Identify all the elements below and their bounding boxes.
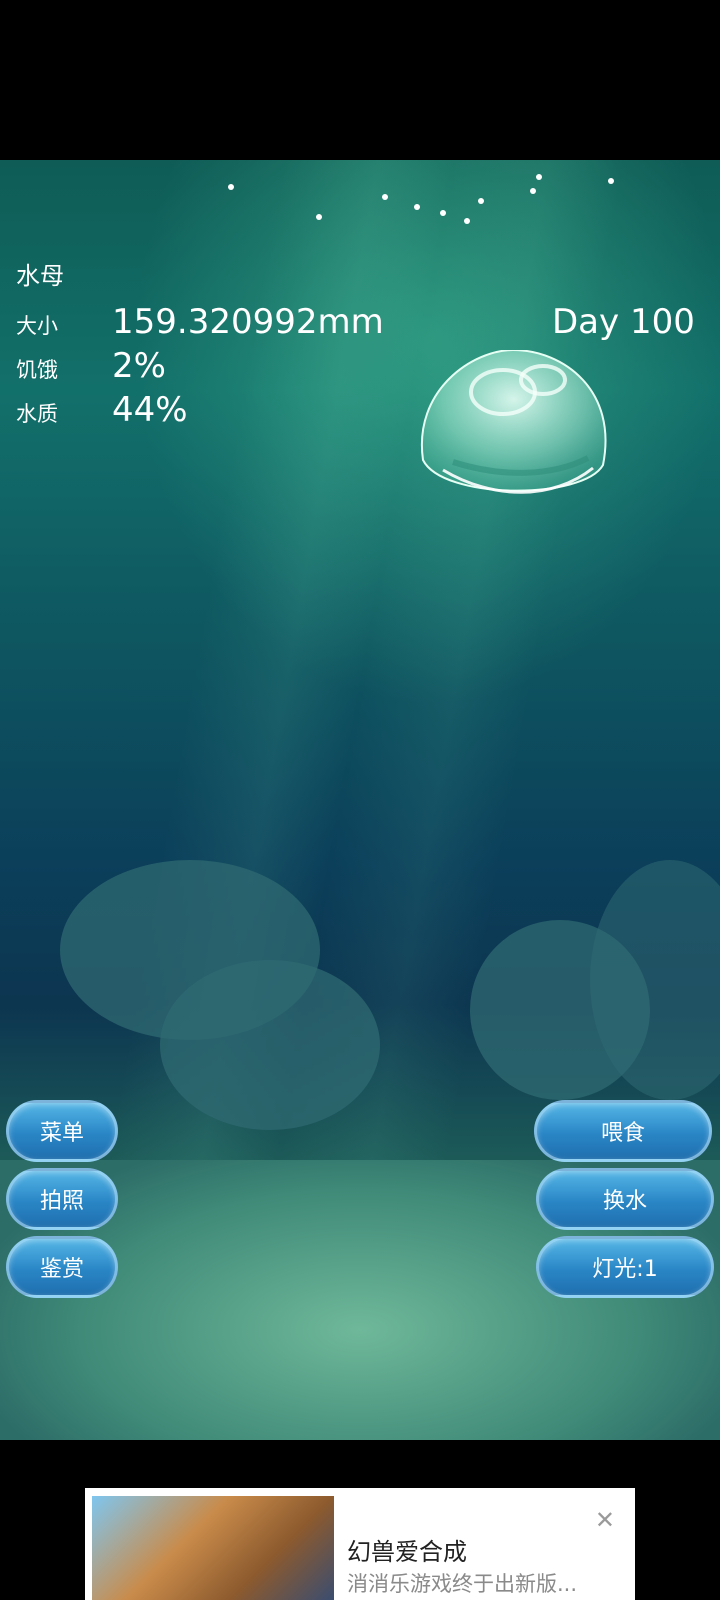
particle: [440, 210, 446, 216]
creature-name: 水母: [16, 262, 64, 290]
particle: [228, 184, 234, 190]
particle: [478, 198, 484, 204]
menu-button[interactable]: 菜单: [6, 1100, 118, 1162]
particle: [536, 174, 542, 180]
light-button[interactable]: 灯光:1: [536, 1236, 714, 1298]
ad-game-thumbnail[interactable]: [92, 1496, 334, 1600]
particle: [382, 194, 388, 200]
day-counter: Day 100: [552, 302, 695, 342]
photo-button[interactable]: 拍照: [6, 1168, 118, 1230]
top-black-bar: [0, 0, 720, 160]
particle: [464, 218, 470, 224]
hunger-value: 2%: [112, 346, 166, 386]
change-water-button[interactable]: 换水: [536, 1168, 714, 1230]
jellyfish[interactable]: [413, 350, 613, 515]
particle: [414, 204, 420, 210]
water-quality-label: 水质: [16, 402, 58, 426]
size-value: 159.320992mm: [112, 302, 384, 342]
appreciate-button[interactable]: 鉴赏: [6, 1236, 118, 1298]
feed-button[interactable]: 喂食: [534, 1100, 712, 1162]
water-quality-value: 44%: [112, 390, 188, 430]
coral-left-lower: [160, 960, 380, 1130]
close-icon[interactable]: ✕: [595, 1506, 615, 1534]
size-label: 大小: [16, 314, 58, 338]
particle: [608, 178, 614, 184]
particle: [316, 214, 322, 220]
ad-banner[interactable]: 幻兽爱合成 消消乐游戏终于出新版... ✕: [85, 1488, 635, 1600]
ad-title[interactable]: 幻兽爱合成: [347, 1532, 467, 1567]
ad-subtitle[interactable]: 消消乐游戏终于出新版...: [347, 1568, 577, 1598]
particle: [530, 188, 536, 194]
hunger-label: 饥饿: [16, 358, 58, 382]
